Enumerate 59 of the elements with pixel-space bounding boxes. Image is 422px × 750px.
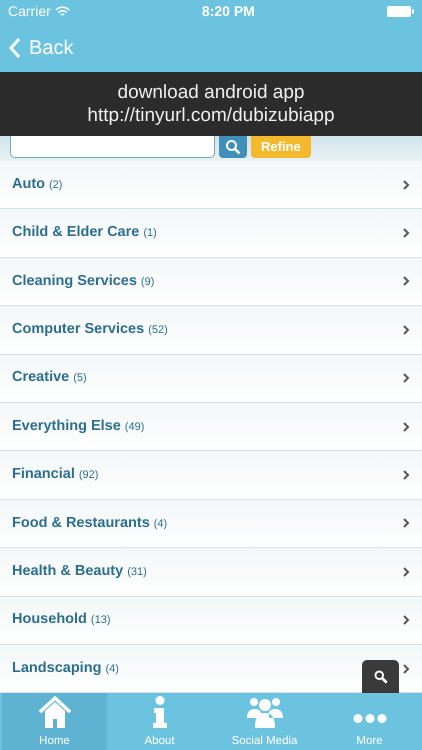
category-row[interactable]: Everything Else (49) (0, 402, 422, 452)
search-icon (374, 670, 388, 684)
category-count: (52) (148, 322, 168, 338)
chevron-icon (403, 422, 410, 432)
category-row[interactable]: Household (13) (0, 596, 422, 645)
banner-text: download android app (118, 81, 304, 104)
banner-link[interactable]: http://tinyurl.com/dubizubiapp (87, 104, 335, 127)
category-name: Household (12, 610, 87, 630)
chevron-icon (403, 518, 410, 528)
category-row[interactable]: Computer Services (52) (0, 306, 422, 355)
wifi-icon (54, 6, 70, 17)
carrier-label: Carrier (8, 2, 51, 21)
category-count: (31) (127, 564, 147, 580)
chevron-icon (403, 470, 410, 480)
category-row[interactable]: Health & Beauty (31) (0, 548, 422, 597)
category-count: (5) (73, 371, 87, 386)
category-count: (49) (124, 420, 144, 435)
category-name: Auto (12, 174, 46, 194)
category-name: Food & Restaurants (12, 514, 150, 533)
people-icon (246, 696, 282, 728)
clock-time: 8:20 PM (202, 2, 255, 21)
category-count: (13) (90, 613, 110, 628)
search-icon (225, 139, 241, 155)
chevron-icon (403, 664, 410, 674)
category-row[interactable]: Cleaning Services (9) (0, 258, 422, 306)
category-name: Creative (12, 368, 70, 388)
search-field[interactable] (10, 136, 215, 158)
category-name: Child & Elder Care (12, 223, 140, 242)
category-row[interactable]: Creative (5) (0, 354, 422, 403)
battery-icon (386, 6, 414, 17)
category-count: (4) (154, 516, 168, 532)
home-icon (38, 696, 72, 728)
chevron-icon (403, 276, 410, 286)
category-row[interactable]: Auto (2) (0, 161, 422, 210)
category-count: (92) (78, 468, 98, 484)
chevron-icon (403, 180, 410, 190)
category-count: (4) (105, 662, 119, 677)
category-name: Health & Beauty (12, 562, 124, 581)
category-name: Cleaning Services (12, 272, 137, 291)
category-name: Computer Services (12, 320, 144, 339)
category-name: Landscaping (12, 658, 102, 678)
category-count: (1) (143, 226, 157, 242)
chevron-icon (403, 373, 410, 384)
chevron-icon (403, 324, 410, 335)
chevron-icon (403, 228, 410, 238)
back-chevron-icon (8, 36, 21, 58)
category-name: Financial (12, 465, 75, 484)
chevron-icon (403, 566, 410, 577)
category-name: Everything Else (12, 416, 121, 436)
chevron-icon (403, 615, 410, 626)
category-count: (9) (140, 274, 154, 290)
more-icon (352, 714, 386, 723)
info-icon (150, 696, 168, 728)
category-row[interactable]: Child & Elder Care (1) (0, 209, 422, 258)
category-count: (2) (49, 178, 62, 193)
category-row[interactable]: Landscaping (4) (0, 644, 422, 694)
category-row[interactable]: Financial (92) (0, 451, 422, 500)
search-button[interactable] (362, 660, 399, 693)
category-row[interactable]: Food & Restaurants (4) (0, 500, 422, 548)
